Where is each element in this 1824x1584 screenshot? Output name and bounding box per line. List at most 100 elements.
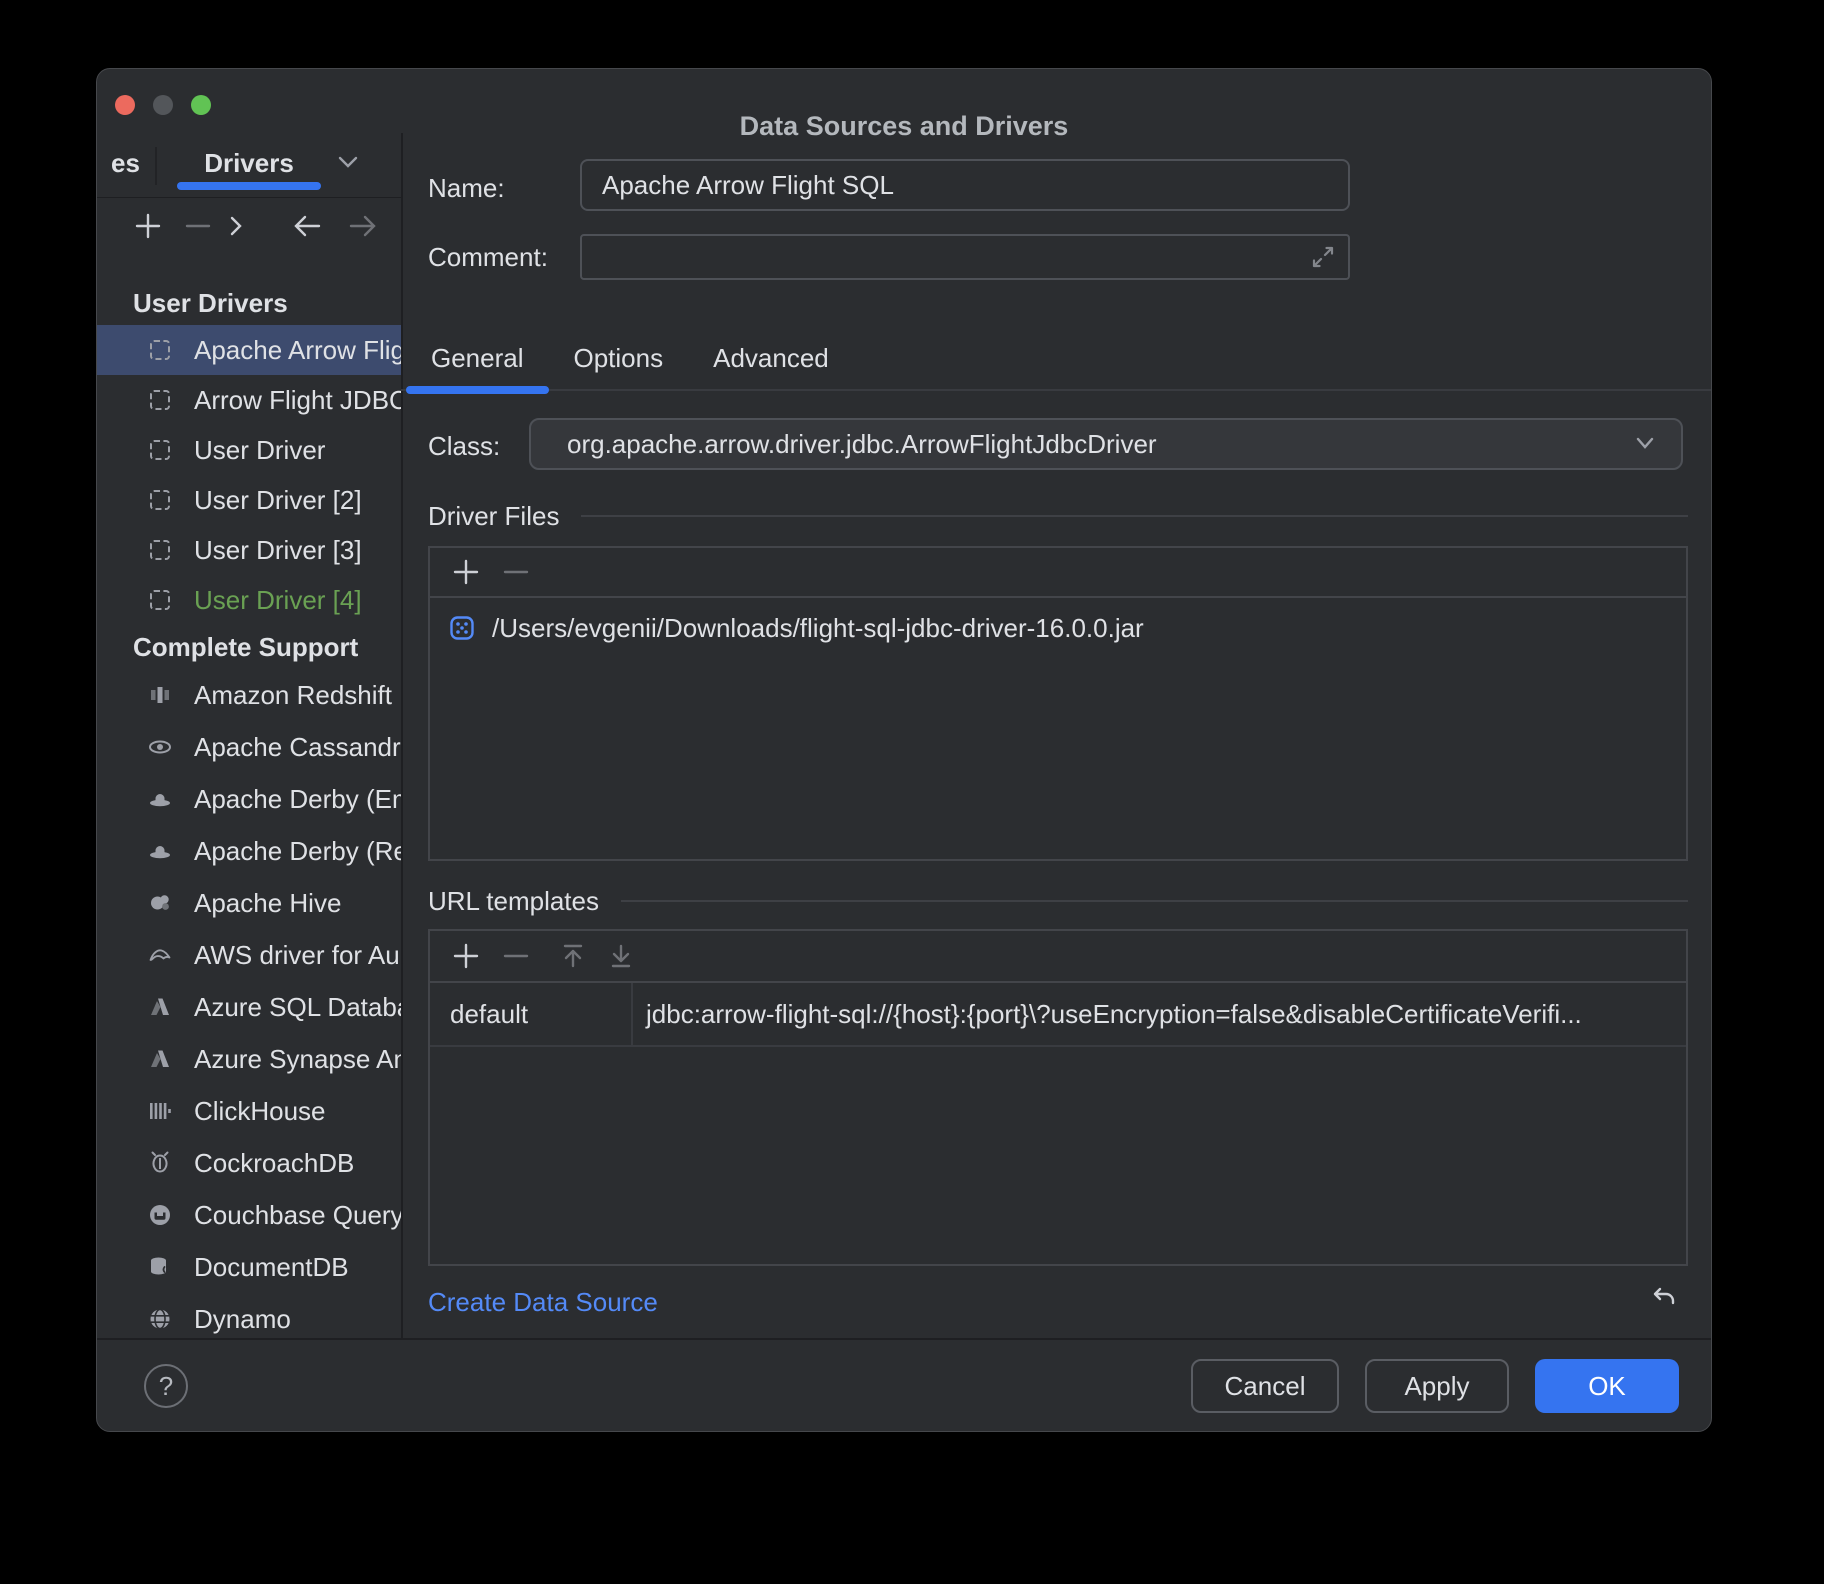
sidebar-item-apache-cassandra[interactable]: Apache Cassandra <box>97 721 401 773</box>
data-sources-dialog: Data Sources and Drivers es Drivers User… <box>96 68 1712 1432</box>
driver-files-box: /Users/evgenii/Downloads/flight-sql-jdbc… <box>428 546 1688 861</box>
azure-icon <box>147 1046 173 1072</box>
url-templates-box: default jdbc:arrow-flight-sql://{host}:{… <box>428 929 1688 1266</box>
back-button[interactable] <box>291 212 323 240</box>
tab-data-sources[interactable]: es <box>111 148 140 179</box>
sidebar-item-azure-sql-database[interactable]: Azure SQL Database <box>97 981 401 1033</box>
sidebar-item-user-driver-2[interactable]: User Driver [2] <box>97 475 401 525</box>
url-template-value: jdbc:arrow-flight-sql://{host}:{port}\?u… <box>633 983 1686 1045</box>
sidebar-item-apache-derby-remote[interactable]: Apache Derby (Remote) <box>97 825 401 877</box>
add-driver-button[interactable] <box>133 211 163 241</box>
tab-general[interactable]: General <box>406 329 549 389</box>
expand-node-icon[interactable] <box>225 215 247 237</box>
create-data-source-row: Create Data Source <box>428 1266 1688 1338</box>
sidebar-item-label: DocumentDB <box>194 1252 349 1283</box>
cassandra-icon <box>147 734 173 760</box>
move-up-button[interactable] <box>560 942 586 970</box>
sidebar-item-user-driver-4[interactable]: User Driver [4] <box>97 575 401 625</box>
clickhouse-icon <box>147 1098 173 1124</box>
remove-driver-button[interactable] <box>183 211 213 241</box>
help-button[interactable]: ? <box>144 1364 188 1408</box>
sidebar-item-label: Apache Derby (Remote) <box>194 836 401 867</box>
sidebar-item-label: User Driver [4] <box>194 585 362 616</box>
sidebar-item-label: ClickHouse <box>194 1096 326 1127</box>
tab-options[interactable]: Options <box>549 329 689 389</box>
url-templates-toolbar <box>430 931 1686 983</box>
sidebar-item-label: Couchbase Query <box>194 1200 401 1231</box>
couchbase-icon <box>147 1202 173 1228</box>
dialog-title: Data Sources and Drivers <box>97 111 1711 142</box>
add-file-button[interactable] <box>452 558 480 586</box>
chevron-down-icon <box>1633 436 1657 452</box>
driver-files-toolbar <box>430 548 1686 598</box>
driver-settings-tabs: General Options Advanced <box>401 329 1711 391</box>
driver-file-row[interactable]: /Users/evgenii/Downloads/flight-sql-jdbc… <box>430 602 1686 654</box>
sidebar-item-aws-driver-for-aurora-mysql[interactable]: AWS driver for Aurora MySQL <box>97 929 401 981</box>
cancel-button[interactable]: Cancel <box>1191 1359 1339 1413</box>
sidebar-item-apache-arrow-flight-sql[interactable]: Apache Arrow Flight SQL <box>97 325 401 375</box>
tab-drivers[interactable]: Drivers <box>177 148 321 179</box>
sidebar-item-apache-derby-embedded[interactable]: Apache Derby (Embedded) <box>97 773 401 825</box>
sidebar-item-label: Apache Cassandra <box>194 732 401 763</box>
comment-input[interactable] <box>580 234 1350 280</box>
section-header-user-drivers: User Drivers <box>97 281 401 325</box>
hive-icon <box>147 890 173 916</box>
driver-file-path: /Users/evgenii/Downloads/flight-sql-jdbc… <box>492 613 1144 644</box>
sidebar-item-cockroachdb[interactable]: CockroachDB <box>97 1137 401 1189</box>
remove-template-button[interactable] <box>502 942 530 970</box>
apply-button[interactable]: Apply <box>1365 1359 1509 1413</box>
sidebar-item-amazon-redshift[interactable]: Amazon Redshift <box>97 669 401 721</box>
cockroachdb-icon <box>147 1150 173 1176</box>
sidebar-item-azure-synapse-analytics[interactable]: Azure Synapse Analytics <box>97 1033 401 1085</box>
forward-button[interactable] <box>347 212 379 240</box>
sidebar-item-user-driver[interactable]: User Driver <box>97 425 401 475</box>
sidebar-item-couchbase-query[interactable]: Couchbase Query <box>97 1189 401 1241</box>
derby-icon <box>147 786 173 812</box>
sidebar-item-label: Azure Synapse Analytics <box>194 1044 401 1075</box>
sidebar-item-label: Apache Hive <box>194 888 341 919</box>
name-input[interactable] <box>580 159 1350 211</box>
tabstrip-border <box>97 197 401 198</box>
sidebar-item-label: User Driver [3] <box>194 535 362 566</box>
driver-files-header: Driver Files <box>428 501 1688 531</box>
active-tab-underline <box>177 182 321 190</box>
sidebar-item-label: Amazon Redshift <box>194 680 392 711</box>
jar-file-icon <box>448 614 476 642</box>
sidebar-item-dynamo[interactable]: Dynamo <box>97 1293 401 1338</box>
sidebar-item-user-driver-3[interactable]: User Driver [3] <box>97 525 401 575</box>
user-driver-icon <box>147 387 173 413</box>
ok-button[interactable]: OK <box>1535 1359 1679 1413</box>
url-template-name: default <box>430 983 633 1045</box>
add-template-button[interactable] <box>452 942 480 970</box>
expand-icon[interactable] <box>1310 244 1336 270</box>
derby-icon <box>147 838 173 864</box>
driver-list: User Drivers Apache Arrow Flight SQL Arrow… <box>97 281 401 1338</box>
move-down-button[interactable] <box>608 942 634 970</box>
url-template-row[interactable]: default jdbc:arrow-flight-sql://{host}:{… <box>430 983 1686 1047</box>
sidebar-item-documentdb[interactable]: DocumentDB <box>97 1241 401 1293</box>
user-driver-icon <box>147 487 173 513</box>
tab-advanced[interactable]: Advanced <box>688 329 854 389</box>
remove-file-button[interactable] <box>502 558 530 586</box>
sidebar-item-clickhouse[interactable]: ClickHouse <box>97 1085 401 1137</box>
class-dropdown[interactable]: org.apache.arrow.driver.jdbc.ArrowFlight… <box>529 418 1683 470</box>
redshift-icon <box>147 682 173 708</box>
sidebar-item-arrow-flight-jdbc[interactable]: Arrow Flight JDBC <box>97 375 401 425</box>
sidebar-divider <box>401 133 403 1338</box>
comment-label: Comment: <box>428 242 548 273</box>
sidebar-item-label: User Driver <box>194 435 325 466</box>
azure-icon <box>147 994 173 1020</box>
sidebar-item-label: Apache Derby (Embedded) <box>194 784 401 815</box>
user-driver-icon <box>147 437 173 463</box>
user-driver-icon <box>147 587 173 613</box>
documentdb-icon <box>147 1254 173 1280</box>
name-label: Name: <box>428 173 505 204</box>
create-data-source-link[interactable]: Create Data Source <box>428 1287 658 1318</box>
section-header-complete-support: Complete Support <box>97 625 401 669</box>
sidebar-item-apache-hive[interactable]: Apache Hive <box>97 877 401 929</box>
undo-icon[interactable] <box>1648 1284 1680 1316</box>
sidebar-item-label: Apache Arrow Flight SQL <box>194 335 401 366</box>
url-templates-header: URL templates <box>428 886 1688 916</box>
sidebar-item-label: CockroachDB <box>194 1148 354 1179</box>
chevron-down-icon[interactable] <box>335 153 361 171</box>
